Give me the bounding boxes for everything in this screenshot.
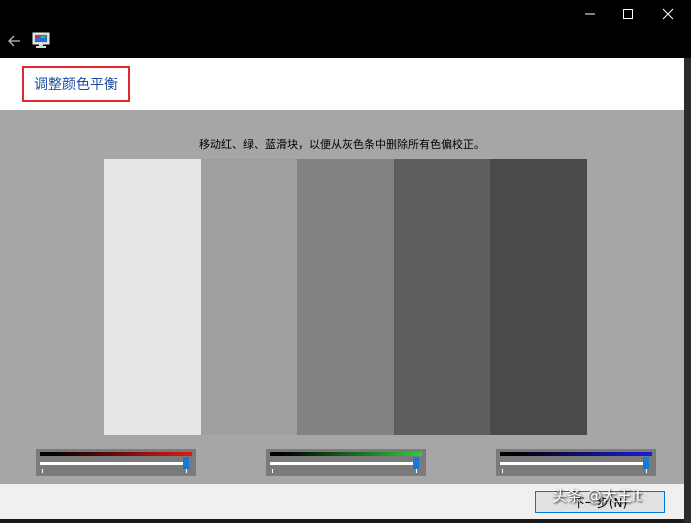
slider-track <box>270 462 416 465</box>
slider-tick <box>186 469 187 473</box>
title-bar <box>0 0 691 58</box>
blue-gradient <box>500 452 652 456</box>
gray-bar-2 <box>200 159 298 435</box>
window-edge <box>684 58 691 523</box>
instruction-text: 移动红、绿、蓝滑块，以便从灰色条中删除所有色偏校正。 <box>199 138 485 151</box>
slider-tick <box>42 469 43 473</box>
red-gradient <box>40 452 192 456</box>
slider-tick <box>502 469 503 473</box>
gray-bar-3 <box>297 159 394 435</box>
gray-bar-4 <box>393 159 491 435</box>
maximize-button[interactable] <box>610 0 646 28</box>
slider-track <box>40 462 186 465</box>
gray-bar-1 <box>104 159 201 435</box>
green-slider[interactable] <box>266 449 426 476</box>
color-balance-panel: 移动红、绿、蓝滑块，以便从灰色条中删除所有色偏校正。 <box>0 110 684 484</box>
header: 调整颜色平衡 <box>0 58 684 110</box>
slider-tick <box>272 469 273 473</box>
window-edge <box>0 519 684 523</box>
green-slider-thumb[interactable] <box>413 457 419 469</box>
slider-track <box>500 462 646 465</box>
red-slider[interactable] <box>36 449 196 476</box>
arrow-left-icon <box>8 35 20 47</box>
slider-tick <box>646 469 647 473</box>
close-icon <box>662 8 674 20</box>
page-title: 调整颜色平衡 <box>22 66 130 102</box>
green-gradient <box>270 452 422 456</box>
red-slider-thumb[interactable] <box>183 457 189 469</box>
blue-slider-thumb[interactable] <box>643 457 649 469</box>
blue-slider[interactable] <box>496 449 656 476</box>
display-monitor-icon <box>32 31 50 49</box>
watermark: 头条 @大王it <box>552 487 642 505</box>
gray-bars <box>104 159 587 435</box>
close-button[interactable] <box>650 0 686 28</box>
minimize-icon <box>585 13 595 15</box>
slider-tick <box>416 469 417 473</box>
back-button[interactable] <box>2 30 26 52</box>
maximize-icon <box>623 9 633 19</box>
gray-bar-5 <box>490 159 587 435</box>
minimize-button[interactable] <box>572 0 608 28</box>
